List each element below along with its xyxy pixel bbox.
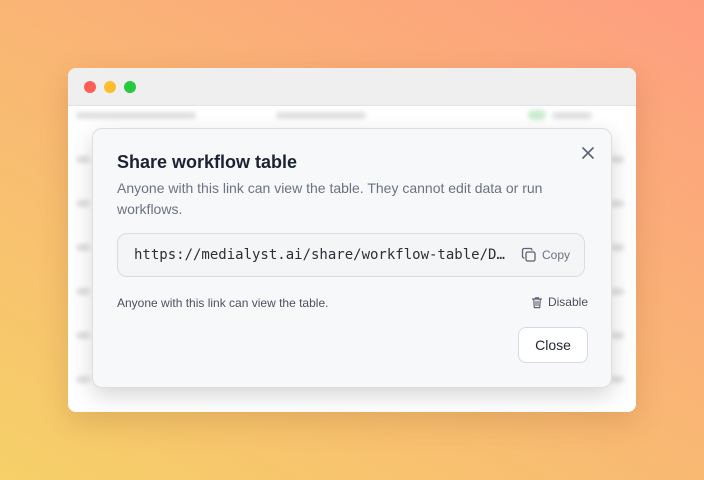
- window-titlebar: [68, 68, 636, 106]
- dialog-description: Anyone with this link can view the table…: [117, 180, 543, 217]
- trash-icon: [531, 296, 543, 308]
- close-icon: [582, 147, 594, 159]
- background-row: [76, 110, 628, 120]
- share-footnote: Anyone with this link can view the table…: [117, 296, 329, 310]
- copy-link-button[interactable]: Copy: [521, 247, 570, 263]
- dialog-title: Share workflow table: [117, 152, 298, 172]
- copy-icon: [521, 247, 536, 262]
- window-minimize-button[interactable]: [104, 81, 116, 93]
- app-window: Share workflow table Anyone with this li…: [68, 68, 636, 412]
- disable-label: Disable: [547, 295, 588, 309]
- share-link-text[interactable]: https://medialyst.ai/share/workflow-tabl…: [134, 247, 506, 263]
- dialog-close-button[interactable]: [579, 144, 597, 162]
- window-close-button[interactable]: [84, 81, 96, 93]
- disable-link-button[interactable]: Disable: [531, 295, 588, 309]
- copy-label: Copy: [541, 248, 570, 262]
- window-zoom-button[interactable]: [124, 81, 136, 93]
- close-button[interactable]: Close: [518, 327, 588, 363]
- share-link-field[interactable]: https://medialyst.ai/share/workflow-tabl…: [117, 233, 585, 277]
- share-dialog: Share workflow table Anyone with this li…: [92, 128, 612, 388]
